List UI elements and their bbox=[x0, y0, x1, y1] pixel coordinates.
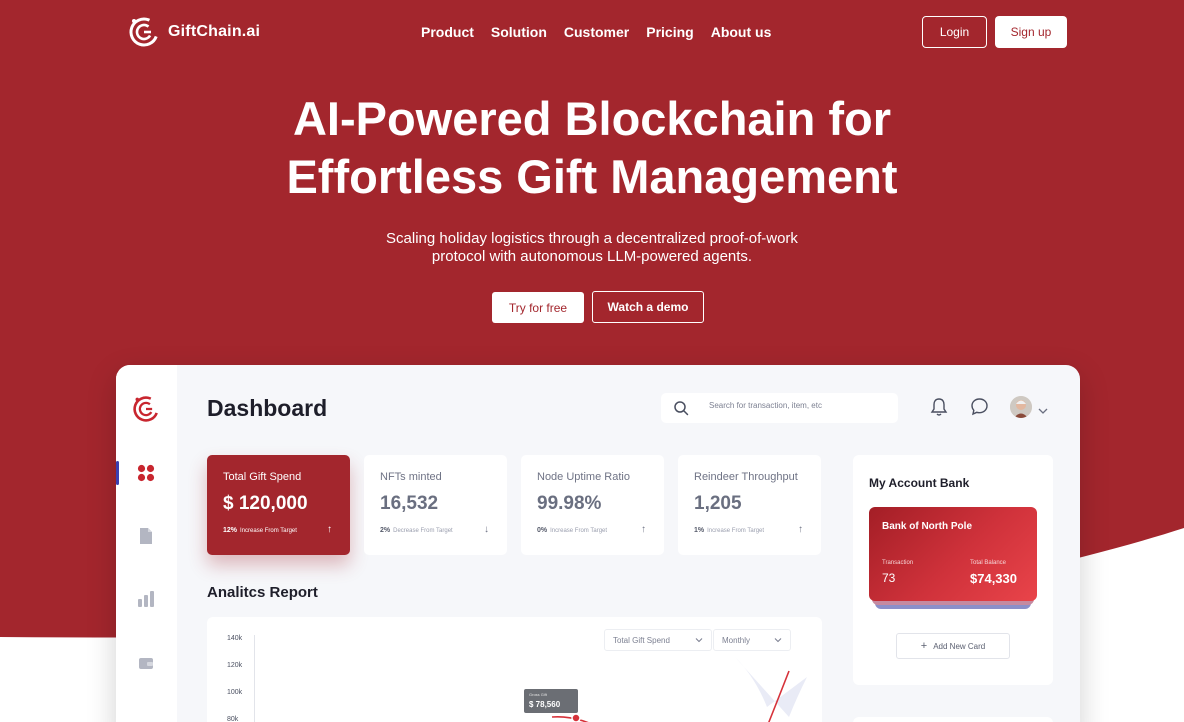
nav-link-customer[interactable]: Customer bbox=[564, 24, 629, 40]
hero-subtitle: Scaling holiday logistics through a dece… bbox=[386, 230, 798, 265]
bank-card[interactable]: Bank of North Pole Transaction 73 Total … bbox=[869, 507, 1037, 601]
watch-demo-button[interactable]: Watch a demo bbox=[592, 291, 704, 323]
card-balance-value: $74,330 bbox=[970, 571, 1017, 586]
stat-label: NFTs minted bbox=[380, 471, 442, 483]
period-select[interactable]: Monthly bbox=[713, 629, 791, 651]
chart-area-fill bbox=[735, 657, 807, 717]
nav-link-about[interactable]: About us bbox=[711, 24, 772, 40]
signup-button[interactable]: Sign up bbox=[995, 16, 1067, 48]
tooltip-label: Gross Gift bbox=[529, 692, 548, 697]
arrow-up-icon: ↑ bbox=[798, 524, 803, 535]
y-tick: 80k bbox=[227, 716, 239, 722]
account-bank-panel: My Account Bank Bank of North Pole Trans… bbox=[853, 455, 1053, 685]
tooltip-value: $ 78,560 bbox=[529, 700, 561, 709]
hero-title-line2: Effortless Gift Management bbox=[286, 150, 898, 203]
plus-icon: + bbox=[920, 640, 928, 652]
chevron-down-icon bbox=[774, 638, 782, 643]
y-tick: 120k bbox=[227, 662, 243, 669]
card-transaction-label: Transaction bbox=[882, 560, 914, 566]
stat-note: Increase From Target bbox=[240, 528, 297, 534]
period-select-value: Monthly bbox=[722, 635, 751, 645]
chevron-down-icon[interactable] bbox=[1038, 402, 1048, 420]
dashboard-preview: Dashboard Total Gift Spend $ 120,000 12%… bbox=[116, 365, 1080, 722]
card-bank-name: Bank of North Pole bbox=[882, 521, 973, 532]
add-card-label: Add New Card bbox=[933, 641, 986, 651]
dashboard-search[interactable] bbox=[661, 393, 898, 423]
bell-icon[interactable] bbox=[930, 397, 948, 422]
arrow-down-icon: ↓ bbox=[484, 524, 489, 535]
nav-link-pricing[interactable]: Pricing bbox=[646, 24, 693, 40]
nav-links: Product Solution Customer Pricing About … bbox=[421, 24, 771, 40]
metric-select[interactable]: Total Gift Spend bbox=[604, 629, 712, 651]
hero-title: AI-Powered Blockchain for Effortless Gif… bbox=[0, 90, 1184, 206]
stat-footnote: 1% Increase From Target bbox=[694, 527, 764, 534]
stat-label: Reindeer Throughput bbox=[694, 471, 798, 483]
analytics-chart-panel: 140k 120k 100k 80k Total Gift Spend Mont… bbox=[207, 617, 822, 722]
stat-card-nfts-minted[interactable]: NFTs minted 16,532 2% Decrease From Targe… bbox=[364, 455, 507, 555]
wallet-icon[interactable] bbox=[136, 653, 156, 673]
login-button[interactable]: Login bbox=[922, 16, 987, 48]
stat-card-node-uptime[interactable]: Node Uptime Ratio 99.98% 0% Increase From… bbox=[521, 455, 664, 555]
try-for-free-button[interactable]: Try for free bbox=[492, 292, 584, 323]
stat-value: 16,532 bbox=[380, 493, 439, 514]
chat-icon[interactable] bbox=[970, 397, 989, 421]
stat-percent: 2% bbox=[380, 527, 391, 534]
arrow-up-icon: ↑ bbox=[327, 524, 332, 535]
stat-note: Increase From Target bbox=[550, 528, 608, 534]
y-tick: 100k bbox=[227, 689, 243, 696]
dashboard-sidebar bbox=[116, 365, 177, 722]
arrow-up-icon: ↑ bbox=[641, 524, 646, 535]
top-nav: GiftChain.ai Product Solution Customer P… bbox=[0, 0, 1184, 64]
giftchain-logo-icon bbox=[133, 396, 159, 422]
hero-title-line1: AI-Powered Blockchain for bbox=[292, 92, 892, 145]
brand-logo[interactable]: GiftChain.ai bbox=[128, 16, 260, 48]
stat-percent: 0% bbox=[537, 527, 548, 534]
stat-footnote: 2% Decrease From Target bbox=[380, 527, 453, 534]
grid-icon[interactable] bbox=[136, 463, 156, 483]
y-tick: 140k bbox=[227, 635, 243, 642]
chevron-down-icon bbox=[695, 638, 703, 643]
stat-note: Increase From Target bbox=[707, 528, 765, 534]
stat-value: 99.98% bbox=[537, 493, 602, 514]
brand-name: GiftChain.ai bbox=[168, 23, 261, 40]
card-balance-label: Total Balance bbox=[970, 560, 1007, 566]
stat-label: Node Uptime Ratio bbox=[537, 471, 630, 483]
chart-point bbox=[571, 713, 581, 722]
metric-select-value: Total Gift Spend bbox=[613, 635, 670, 645]
analytics-title: Analitcs Report bbox=[207, 584, 318, 601]
giftchain-logo-icon bbox=[129, 17, 159, 47]
add-new-card-button[interactable]: + Add New Card bbox=[896, 633, 1010, 659]
secondary-panel bbox=[853, 717, 1053, 722]
y-axis-line bbox=[254, 635, 255, 722]
dashboard-title: Dashboard bbox=[207, 395, 328, 421]
sidebar-active-indicator bbox=[116, 461, 119, 485]
nav-link-solution[interactable]: Solution bbox=[491, 24, 547, 40]
nav-link-product[interactable]: Product bbox=[421, 24, 474, 40]
sidebar-logo[interactable] bbox=[132, 395, 160, 428]
stat-card-total-gift-spend[interactable]: Total Gift Spend $ 120,000 12% Increase F… bbox=[207, 455, 350, 555]
stat-value: $ 120,000 bbox=[223, 493, 308, 514]
bank-panel-title: My Account Bank bbox=[869, 476, 970, 490]
stat-label: Total Gift Spend bbox=[223, 471, 302, 483]
stat-card-reindeer-throughput[interactable]: Reindeer Throughput 1,205 1% Increase Fro… bbox=[678, 455, 821, 555]
card-transaction-value: 73 bbox=[882, 571, 896, 585]
stat-percent: 1% bbox=[694, 527, 705, 534]
search-icon bbox=[673, 400, 689, 421]
bar-chart-icon[interactable] bbox=[136, 589, 156, 609]
stat-percent: 12% bbox=[223, 527, 238, 534]
stat-value: 1,205 bbox=[694, 493, 742, 514]
search-input[interactable] bbox=[709, 401, 889, 410]
chart-tooltip: Gross Gift $ 78,560 bbox=[524, 689, 578, 713]
document-icon[interactable] bbox=[136, 526, 156, 546]
stat-footnote: 12% Increase From Target bbox=[223, 527, 297, 534]
avatar[interactable] bbox=[1010, 396, 1032, 418]
stat-footnote: 0% Increase From Target bbox=[537, 527, 607, 534]
stat-note: Decrease From Target bbox=[393, 528, 453, 534]
